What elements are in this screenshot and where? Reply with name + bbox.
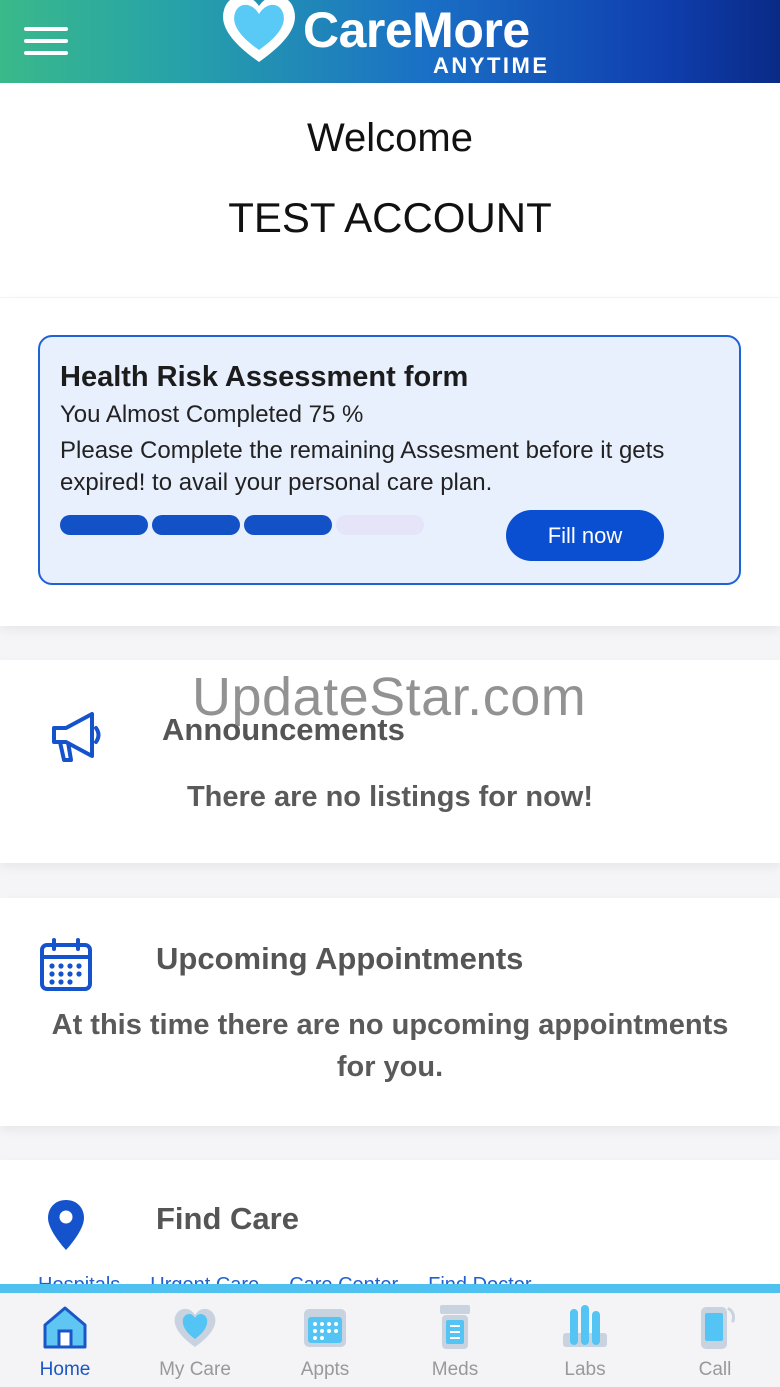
hra-progress-bar [60, 515, 426, 535]
nav-call-label: Call [698, 1359, 732, 1380]
nav-home[interactable]: Home [0, 1293, 130, 1387]
watermark: UpdateStar.com [192, 667, 587, 727]
brand-tagline: ANYTIME [433, 53, 550, 78]
account-name: TEST ACCOUNT [228, 194, 552, 241]
nav-meds-label: Meds [431, 1359, 479, 1380]
announcements-empty-message: There are no listings for now! [186, 781, 594, 813]
hra-progress-text: You Almost Completed 75 % [60, 401, 364, 428]
welcome-greeting: Welcome [307, 116, 473, 160]
hra-card[interactable]: Health Risk Assessment form You Almost C… [38, 335, 741, 585]
progress-segment-empty [336, 515, 424, 535]
nav-labs-label: Labs [564, 1359, 606, 1380]
calendar-icon [304, 1309, 346, 1347]
heart-icon [174, 1308, 216, 1347]
nav-call[interactable]: Call [650, 1293, 780, 1387]
app-header: CareMore ANYTIME [0, 0, 780, 83]
menu-line-icon [24, 51, 68, 55]
progress-segment [244, 515, 332, 535]
hra-message: Please Complete the remaining Assesment … [60, 437, 665, 496]
nav-my-care[interactable]: My Care [130, 1293, 260, 1387]
heart-logo-icon [223, 0, 295, 62]
location-pin-icon [48, 1200, 84, 1250]
hamburger-menu-button[interactable] [24, 27, 68, 57]
find-care-title: Find Care [156, 1201, 299, 1236]
megaphone-icon [52, 712, 101, 762]
bottom-nav-accent-bar [0, 1284, 780, 1293]
fill-now-button[interactable]: Fill now [506, 510, 664, 561]
progress-segment [152, 515, 240, 535]
nav-labs[interactable]: Labs [520, 1293, 650, 1387]
nav-appts-label: Appts [300, 1359, 350, 1380]
bottom-navigation: Home My Care Appts Meds Labs Call [0, 1293, 780, 1387]
menu-line-icon [24, 27, 68, 31]
home-icon [43, 1306, 87, 1349]
hra-title: Health Risk Assessment form [60, 361, 469, 393]
appointments-title: Upcoming Appointments [156, 941, 524, 976]
test-tubes-icon [563, 1305, 607, 1347]
fill-now-label: Fill now [547, 522, 623, 548]
medicine-bottle-icon [440, 1305, 470, 1349]
progress-segment [60, 515, 148, 535]
phone-icon [701, 1307, 735, 1349]
nav-home-label: Home [39, 1359, 91, 1380]
nav-appts[interactable]: Appts [260, 1293, 390, 1387]
brand-name: CareMore [303, 2, 530, 58]
calendar-icon [40, 938, 92, 991]
nav-meds[interactable]: Meds [390, 1293, 520, 1387]
menu-line-icon [24, 39, 68, 43]
appointments-empty-message: At this time there are no upcoming appoi… [51, 1009, 729, 1083]
nav-my-care-label: My Care [159, 1359, 231, 1380]
